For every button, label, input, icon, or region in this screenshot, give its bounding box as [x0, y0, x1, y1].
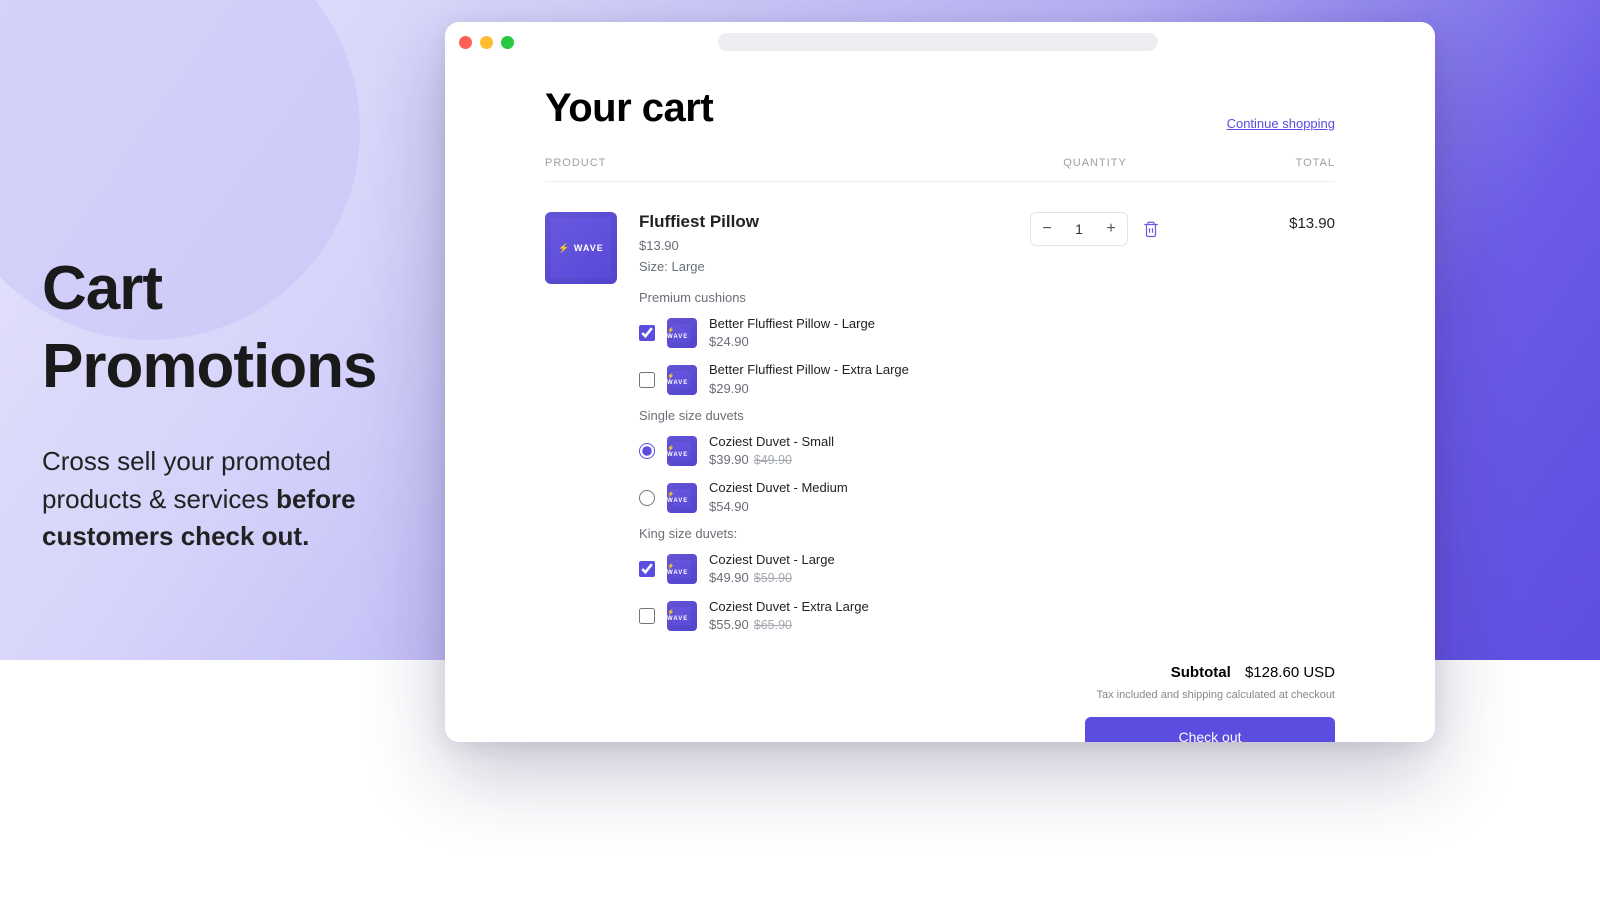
promo-group-title: King size duvets:	[639, 526, 1015, 541]
window-titlebar	[445, 22, 1435, 62]
promo-radio[interactable]	[639, 443, 655, 459]
qty-increase-button[interactable]: +	[1095, 213, 1127, 245]
traffic-light-close-icon[interactable]	[459, 36, 472, 49]
promo-thumbnail: ⚡ WAVE	[667, 483, 697, 513]
product-name: Fluffiest Pillow	[639, 212, 1015, 232]
product-price: $13.90	[639, 238, 1015, 253]
traffic-light-minimize-icon[interactable]	[480, 36, 493, 49]
product-variant: Size: Large	[639, 259, 1015, 274]
promo-option: ⚡ WAVE Coziest Duvet - Large$49.90$59.90	[639, 551, 1015, 588]
promo-label: Coziest Duvet - Large$49.90$59.90	[709, 551, 835, 588]
promo-checkbox[interactable]	[639, 561, 655, 577]
url-bar[interactable]	[718, 33, 1158, 51]
promo-thumbnail: ⚡ WAVE	[667, 601, 697, 631]
product-thumbnail: ⚡ WAVE	[545, 212, 617, 284]
subtotal-label: Subtotal	[1171, 664, 1231, 681]
compare-price: $49.90	[754, 453, 792, 467]
promo-group-title: Premium cushions	[639, 290, 1015, 305]
promo-option: ⚡ WAVE Coziest Duvet - Small$39.90$49.90	[639, 433, 1015, 470]
hero-subtext: Cross sell your promoted products & serv…	[42, 443, 432, 556]
promo-option: ⚡ WAVE Coziest Duvet - Extra Large$55.90$…	[639, 598, 1015, 635]
browser-window: Your cart Continue shopping PRODUCT QUAN…	[445, 22, 1435, 742]
promo-checkbox[interactable]	[639, 372, 655, 388]
hero-title: Cart Promotions	[42, 250, 432, 405]
promo-checkbox[interactable]	[639, 608, 655, 624]
promo-group-title: Single size duvets	[639, 408, 1015, 423]
cart-page: Your cart Continue shopping PRODUCT QUAN…	[445, 62, 1435, 742]
cart-footer: Subtotal $128.60 USD Tax included and sh…	[545, 664, 1335, 742]
traffic-light-zoom-icon[interactable]	[501, 36, 514, 49]
promo-label: Better Fluffiest Pillow - Extra Large$29…	[709, 361, 909, 397]
subtotal-value: $128.60 USD	[1245, 664, 1335, 681]
cart-item-row: ⚡ WAVE Fluffiest Pillow $13.90 Size: Lar…	[545, 212, 1335, 644]
promo-label: Better Fluffiest Pillow - Large$24.90	[709, 315, 875, 351]
promo-option: ⚡ WAVE Better Fluffiest Pillow - Large$24…	[639, 315, 1015, 351]
col-quantity: QUANTITY	[1015, 157, 1175, 169]
hero-copy: Cart Promotions Cross sell your promoted…	[42, 250, 432, 556]
qty-value: 1	[1063, 221, 1095, 237]
promo-option: ⚡ WAVE Better Fluffiest Pillow - Extra La…	[639, 361, 1015, 397]
tax-note: Tax included and shipping calculated at …	[545, 689, 1335, 701]
checkout-button[interactable]: Check out	[1085, 717, 1335, 742]
compare-price: $59.90	[754, 571, 792, 585]
promo-thumbnail: ⚡ WAVE	[667, 318, 697, 348]
trash-icon	[1142, 220, 1160, 238]
column-headers: PRODUCT QUANTITY TOTAL	[545, 157, 1335, 182]
promo-thumbnail: ⚡ WAVE	[667, 436, 697, 466]
promo-thumbnail: ⚡ WAVE	[667, 554, 697, 584]
promo-label: Coziest Duvet - Small$39.90$49.90	[709, 433, 834, 470]
promo-radio[interactable]	[639, 490, 655, 506]
quantity-stepper[interactable]: − 1 +	[1030, 212, 1128, 246]
col-product: PRODUCT	[545, 157, 1015, 169]
continue-shopping-link[interactable]: Continue shopping	[1227, 116, 1335, 131]
promo-label: Coziest Duvet - Extra Large$55.90$65.90	[709, 598, 869, 635]
remove-item-button[interactable]	[1142, 220, 1160, 238]
line-total: $13.90	[1175, 212, 1335, 232]
col-total: TOTAL	[1175, 157, 1335, 169]
qty-decrease-button[interactable]: −	[1031, 213, 1063, 245]
promo-thumbnail: ⚡ WAVE	[667, 365, 697, 395]
page-title: Your cart	[545, 86, 713, 131]
promo-label: Coziest Duvet - Medium$54.90	[709, 479, 848, 515]
promo-checkbox[interactable]	[639, 325, 655, 341]
promo-option: ⚡ WAVE Coziest Duvet - Medium$54.90	[639, 479, 1015, 515]
compare-price: $65.90	[754, 618, 792, 632]
